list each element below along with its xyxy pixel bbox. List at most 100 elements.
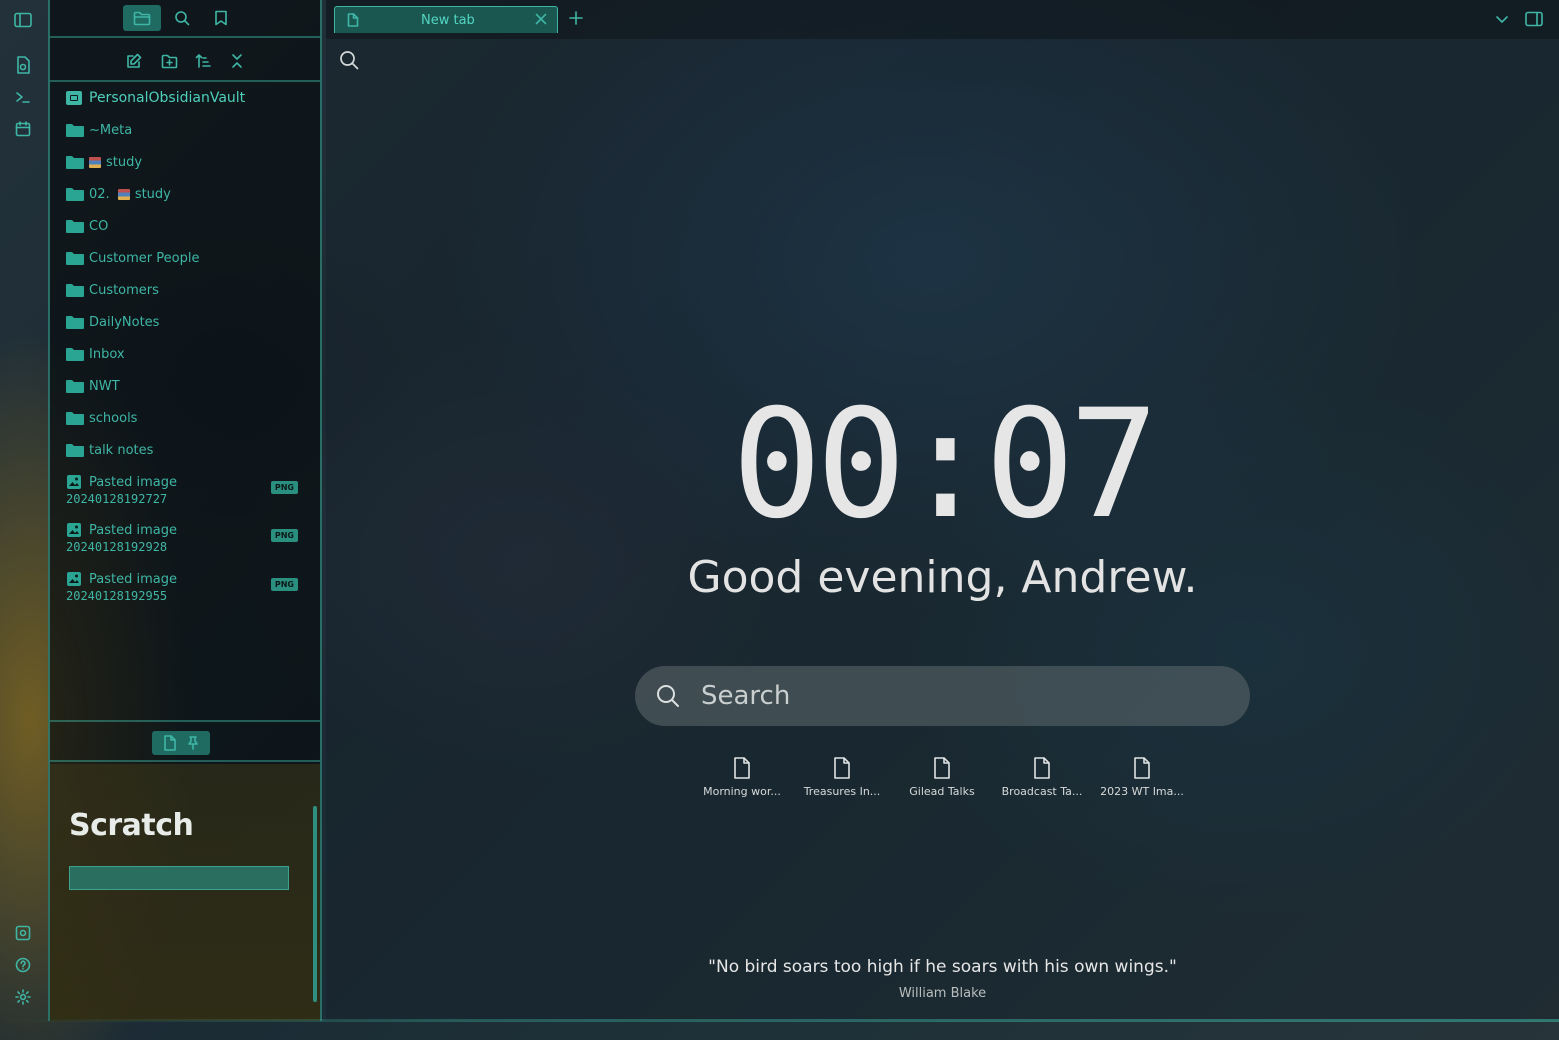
scratch-panel: Scratch — [50, 764, 320, 1021]
file-label: Pasted image — [89, 474, 177, 490]
folder-label: Inbox — [89, 346, 125, 362]
bookmarks-tab[interactable] — [202, 5, 240, 31]
books-emoji-icon — [89, 156, 101, 168]
file-label: Pasted image — [89, 571, 177, 587]
open-quick-switcher-icon[interactable] — [13, 55, 33, 75]
bottom-panel-tab-bar — [50, 720, 320, 762]
folder-label: CO — [89, 218, 109, 234]
file-label-line2: 20240128192955 — [66, 589, 168, 603]
file-item[interactable]: Pasted image 20240128192928 PNG — [66, 521, 316, 561]
greeting: Good evening, Andrew. — [687, 552, 1198, 603]
file-label: Pasted image — [89, 522, 177, 538]
folder-label-suffix: study — [134, 186, 171, 202]
folder-icon — [66, 252, 84, 265]
pin-icon[interactable] — [187, 736, 199, 750]
search-icon — [657, 685, 679, 707]
tab-new-tab[interactable]: New tab — [334, 6, 558, 33]
help-icon[interactable] — [13, 955, 33, 975]
settings-icon[interactable] — [13, 987, 33, 1007]
file-item[interactable]: Pasted image 20240128192955 PNG — [66, 570, 316, 610]
file-type-badge: PNG — [270, 578, 298, 591]
folder-icon — [66, 348, 84, 361]
search-icon — [175, 11, 190, 26]
bookmark-icon — [215, 10, 227, 26]
recent-file[interactable]: Treasures In... — [794, 756, 890, 804]
files-tab[interactable] — [123, 5, 161, 31]
sidebar-tab-bar — [50, 0, 320, 38]
close-icon[interactable] — [535, 13, 547, 25]
folder-item[interactable]: talk notes — [66, 438, 153, 462]
folder-item[interactable]: ~Meta — [66, 118, 132, 142]
recent-file-label: Morning wor... — [703, 785, 781, 798]
folder-item[interactable]: NWT — [66, 374, 120, 398]
image-file-icon — [67, 475, 81, 489]
document-icon — [347, 13, 359, 27]
scratch-editor-line[interactable] — [69, 866, 289, 890]
sidebar-toggle-icon[interactable] — [13, 10, 33, 30]
status-divider — [0, 1019, 1559, 1022]
tab-bar: New tab — [326, 0, 1559, 39]
left-sidebar: PersonalObsidianVault ~Meta study 02. st… — [48, 0, 322, 1021]
clock: 00:07 — [731, 378, 1160, 552]
new-note-icon[interactable] — [123, 51, 145, 71]
document-icon — [934, 757, 950, 779]
document-icon — [1134, 757, 1150, 779]
folder-item[interactable]: study — [66, 150, 142, 174]
recent-file[interactable]: Gilead Talks — [894, 756, 990, 804]
right-sidebar-toggle-icon[interactable] — [1525, 11, 1543, 27]
quote-text: "No bird soars too high if he soars with… — [708, 957, 1177, 977]
document-icon — [734, 757, 750, 779]
recent-file[interactable]: Morning wor... — [694, 756, 790, 804]
quote-author: William Blake — [898, 986, 987, 1001]
folder-icon — [66, 124, 84, 137]
vault-switch-icon[interactable] — [13, 923, 33, 943]
document-icon[interactable] — [163, 735, 177, 751]
file-type-badge: PNG — [270, 529, 298, 542]
search-input[interactable] — [701, 676, 1221, 716]
folder-label: schools — [89, 410, 138, 426]
recent-file[interactable]: Broadcast Ta... — [994, 756, 1090, 804]
bottom-panel-tabs — [152, 731, 210, 755]
document-icon — [1034, 757, 1050, 779]
folder-icon — [66, 316, 84, 329]
folder-icon — [66, 444, 84, 457]
home-search-box[interactable] — [635, 666, 1250, 726]
calendar-icon[interactable] — [13, 119, 33, 139]
folder-icon — [66, 188, 84, 201]
ribbon — [0, 0, 48, 1040]
search-tab[interactable] — [163, 5, 201, 31]
new-folder-icon[interactable] — [158, 51, 180, 71]
search-icon[interactable] — [339, 50, 359, 70]
file-label-line2: 20240128192727 — [66, 492, 168, 506]
new-tab-plus-icon[interactable] — [568, 10, 584, 26]
files-icon — [133, 11, 151, 26]
recent-file-label: Treasures In... — [803, 785, 881, 798]
vault-name: PersonalObsidianVault — [89, 90, 246, 106]
folder-item[interactable]: Customers — [66, 278, 159, 302]
folder-label: DailyNotes — [89, 314, 160, 330]
folder-icon — [66, 380, 84, 393]
sort-icon[interactable] — [192, 51, 214, 71]
folder-item[interactable]: Inbox — [66, 342, 125, 366]
scrollbar-thumb[interactable] — [313, 806, 317, 1002]
folder-label: NWT — [89, 378, 120, 394]
collapse-all-icon[interactable] — [226, 51, 248, 71]
folder-icon — [66, 412, 84, 425]
folder-item[interactable]: schools — [66, 406, 137, 430]
chevron-down-icon[interactable] — [1495, 12, 1509, 26]
vault-root[interactable]: PersonalObsidianVault — [66, 86, 245, 110]
file-type-badge: PNG — [270, 481, 298, 494]
folder-item[interactable]: DailyNotes — [66, 310, 159, 334]
folder-label: talk notes — [89, 442, 154, 458]
folder-item[interactable]: CO — [66, 214, 108, 238]
folder-icon — [66, 220, 84, 233]
recent-file[interactable]: 2023 WT Ima... — [1094, 756, 1190, 804]
file-item[interactable]: Pasted image 20240128192727 PNG — [66, 473, 316, 513]
folder-icon — [66, 156, 84, 169]
file-nav-actions — [50, 40, 320, 82]
folder-item[interactable]: Customer People — [66, 246, 199, 270]
image-file-icon — [67, 572, 81, 586]
scratch-title: Scratch — [69, 808, 194, 843]
terminal-icon[interactable] — [13, 87, 33, 107]
folder-item[interactable]: 02. study — [66, 182, 171, 206]
